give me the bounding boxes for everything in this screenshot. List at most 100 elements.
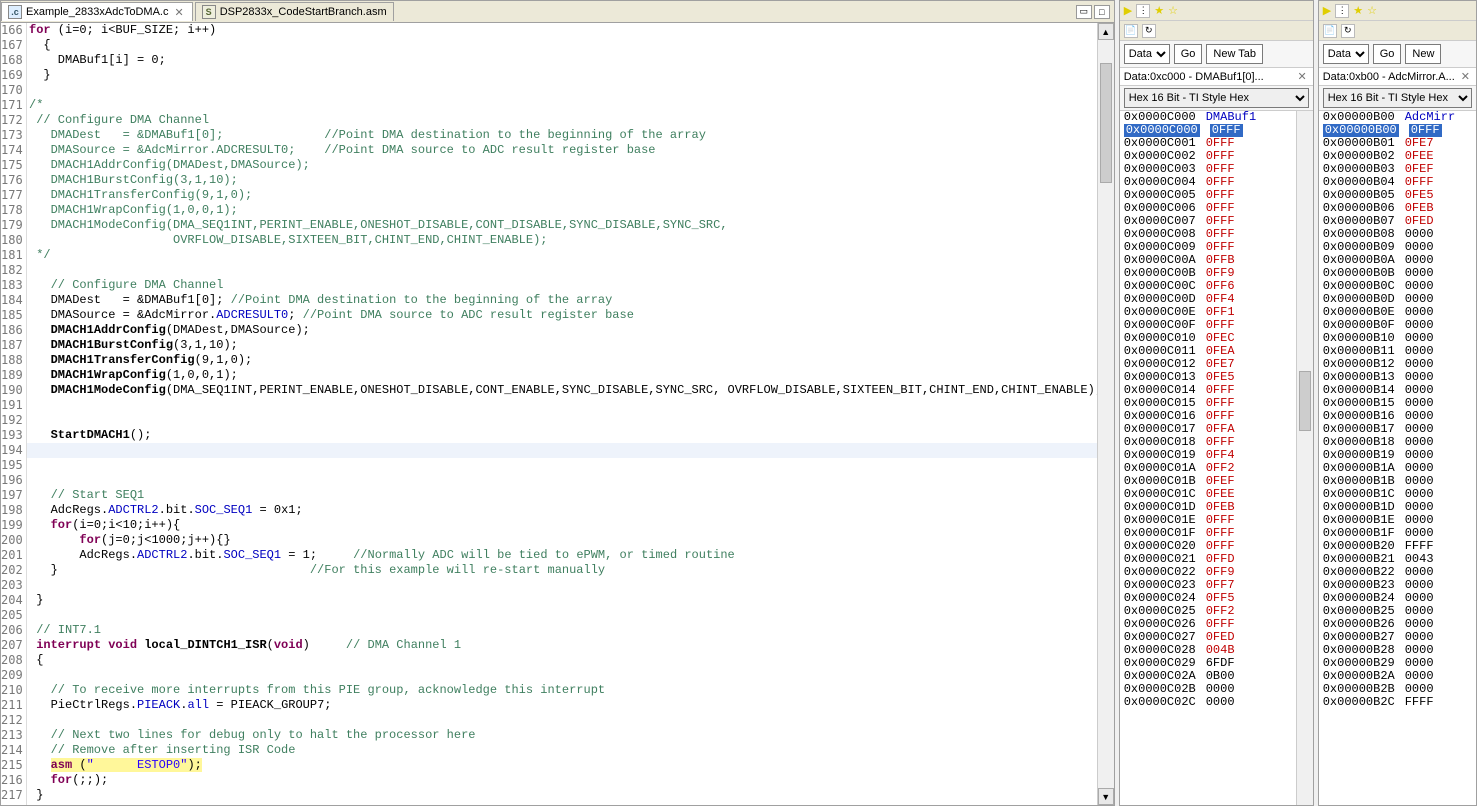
minimize-button[interactable]: ▭: [1076, 5, 1092, 19]
code-line[interactable]: [27, 83, 1114, 98]
go-button[interactable]: Go: [1373, 44, 1402, 64]
code-content[interactable]: for (i=0; i<BUF_SIZE; i++) { DMABuf1[i] …: [27, 23, 1114, 805]
star-icon[interactable]: ☆: [1367, 4, 1377, 17]
editor-tab[interactable]: SDSP2833x_CodeStartBranch.asm: [195, 2, 394, 21]
close-icon[interactable]: ✕: [172, 6, 185, 19]
code-line[interactable]: DMACH1TransferConfig(9,1,0);: [27, 188, 1114, 203]
code-line[interactable]: DMASource = &AdcMirror.ADCRESULT0; //Poi…: [27, 308, 1114, 323]
scroll-thumb[interactable]: [1299, 371, 1311, 431]
code-line[interactable]: DMACH1AddrConfig(DMADest,DMASource);: [27, 323, 1114, 338]
code-line[interactable]: DMABuf1[i] = 0;: [27, 53, 1114, 68]
code-line[interactable]: [27, 413, 1114, 428]
editor-vertical-scrollbar[interactable]: ▲ ▼: [1097, 23, 1114, 805]
memory-row[interactable]: 0x0000C02C0000: [1120, 696, 1313, 709]
code-line[interactable]: // Start SEQ1: [27, 488, 1114, 503]
code-line[interactable]: DMADest = &DMABuf1[0]; //Point DMA desti…: [27, 128, 1114, 143]
refresh-icon[interactable]: ↻: [1142, 24, 1156, 38]
new-tab-button[interactable]: New: [1405, 44, 1441, 64]
code-line[interactable]: DMACH1WrapConfig(1,0,0,1);: [27, 203, 1114, 218]
code-line[interactable]: [27, 668, 1114, 683]
code-line[interactable]: for(;;);: [27, 773, 1114, 788]
scroll-down-arrow[interactable]: ▼: [1098, 788, 1114, 805]
new-tab-button[interactable]: New Tab: [1206, 44, 1263, 64]
scroll-up-arrow[interactable]: ▲: [1098, 23, 1114, 40]
star-icon[interactable]: ★: [1154, 4, 1164, 17]
code-line[interactable]: } //For this example will re-start manua…: [27, 563, 1114, 578]
memory-address: 0x0000C02C: [1124, 696, 1196, 709]
code-line[interactable]: // Configure DMA Channel: [27, 278, 1114, 293]
code-line[interactable]: AdcRegs.ADCTRL2.bit.SOC_SEQ1 = 1; //Norm…: [27, 548, 1114, 563]
star-icon[interactable]: ★: [1353, 4, 1363, 17]
code-line[interactable]: [27, 458, 1114, 473]
line-number: 202: [1, 563, 22, 578]
new-icon[interactable]: 📄: [1124, 24, 1138, 38]
code-line[interactable]: [27, 608, 1114, 623]
code-line[interactable]: {: [27, 653, 1114, 668]
new-icon[interactable]: 📄: [1323, 24, 1337, 38]
refresh-icon[interactable]: ↻: [1341, 24, 1355, 38]
code-line[interactable]: [27, 473, 1114, 488]
code-line[interactable]: interrupt void local_DINTCH1_ISR(void) /…: [27, 638, 1114, 653]
code-line[interactable]: DMACH1WrapConfig(1,0,0,1);: [27, 368, 1114, 383]
code-line[interactable]: for(i=0;i<10;i++){: [27, 518, 1114, 533]
code-line[interactable]: DMACH1TransferConfig(9,1,0);: [27, 353, 1114, 368]
editor-tab[interactable]: .cExample_2833xAdcToDMA.c✕: [1, 2, 193, 21]
code-line[interactable]: OVRFLOW_DISABLE,SIXTEEN_BIT,CHINT_END,CH…: [27, 233, 1114, 248]
run-icon[interactable]: ▶: [1124, 4, 1132, 17]
code-line[interactable]: [27, 443, 1114, 458]
code-line[interactable]: // Configure DMA Channel: [27, 113, 1114, 128]
scroll-thumb[interactable]: [1100, 63, 1112, 183]
code-line[interactable]: {: [27, 38, 1114, 53]
code-line[interactable]: // To receive more interrupts from this …: [27, 683, 1114, 698]
code-line[interactable]: PieCtrlRegs.PIEACK.all = PIEACK_GROUP7;: [27, 698, 1114, 713]
memory-left-tab[interactable]: Data:0xc000 - DMABuf1[0]... ✕: [1120, 68, 1313, 86]
memory-right-tab[interactable]: Data:0xb00 - AdcMirror.A... ✕: [1319, 68, 1476, 86]
code-line[interactable]: }: [27, 68, 1114, 83]
memory-row[interactable]: 0x00000B2CFFFF: [1319, 696, 1476, 709]
code-line[interactable]: }: [27, 593, 1114, 608]
memory-space-select[interactable]: Data: [1124, 44, 1170, 64]
memory-panes-container: ▶ ⋮ ★ ☆ 📄 ↻ Data Go New Tab Data:0xc000 …: [1115, 0, 1477, 806]
close-icon[interactable]: ✕: [1296, 70, 1309, 83]
code-line[interactable]: asm (" ESTOP0");: [27, 758, 1114, 773]
code-line[interactable]: AdcRegs.ADCTRL2.bit.SOC_SEQ1 = 0x1;: [27, 503, 1114, 518]
tab-label: DSP2833x_CodeStartBranch.asm: [220, 6, 387, 18]
code-line[interactable]: DMASource = &AdcMirror.ADCRESULT0; //Poi…: [27, 143, 1114, 158]
code-line[interactable]: for (i=0; i<BUF_SIZE; i++): [27, 23, 1114, 38]
code-line[interactable]: DMACH1ModeConfig(DMA_SEQ1INT,PERINT_ENAB…: [27, 383, 1114, 398]
code-line[interactable]: */: [27, 248, 1114, 263]
code-line[interactable]: DMACH1BurstConfig(3,1,10);: [27, 338, 1114, 353]
code-line[interactable]: DMADest = &DMABuf1[0]; //Point DMA desti…: [27, 293, 1114, 308]
line-number: 216: [1, 773, 22, 788]
run-icon[interactable]: ▶: [1323, 4, 1331, 17]
line-number: 193: [1, 428, 22, 443]
memory-format-select[interactable]: Hex 16 Bit - TI Style Hex: [1124, 88, 1309, 108]
code-line[interactable]: DMACH1AddrConfig(DMADest,DMASource);: [27, 158, 1114, 173]
line-number: 167: [1, 38, 22, 53]
code-line[interactable]: [27, 263, 1114, 278]
code-line[interactable]: [27, 713, 1114, 728]
toolbar-icon[interactable]: ⋮: [1136, 4, 1150, 18]
code-area[interactable]: 1661671681691701711721731741751761771781…: [1, 23, 1114, 805]
memory-space-select[interactable]: Data: [1323, 44, 1369, 64]
memory-left-body[interactable]: 0x0000C000DMABuf1 0x0000C0000FFF0x0000C0…: [1120, 111, 1313, 805]
toolbar-icon[interactable]: ⋮: [1335, 4, 1349, 18]
code-line[interactable]: }: [27, 788, 1114, 803]
code-line[interactable]: DMACH1ModeConfig(DMA_SEQ1INT,PERINT_ENAB…: [27, 218, 1114, 233]
code-line[interactable]: for(j=0;j<1000;j++){}: [27, 533, 1114, 548]
code-line[interactable]: /*: [27, 98, 1114, 113]
memory-right-body[interactable]: 0x00000B00AdcMirr0x00000B000FFF0x00000B0…: [1319, 111, 1476, 805]
code-line[interactable]: DMACH1BurstConfig(3,1,10);: [27, 173, 1114, 188]
code-line[interactable]: StartDMACH1();: [27, 428, 1114, 443]
go-button[interactable]: Go: [1174, 44, 1203, 64]
close-icon[interactable]: ✕: [1459, 70, 1472, 83]
memory-format-select[interactable]: Hex 16 Bit - TI Style Hex: [1323, 88, 1472, 108]
maximize-button[interactable]: □: [1094, 5, 1110, 19]
code-line[interactable]: [27, 398, 1114, 413]
code-line[interactable]: // INT7.1: [27, 623, 1114, 638]
code-line[interactable]: // Next two lines for debug only to halt…: [27, 728, 1114, 743]
code-line[interactable]: // Remove after inserting ISR Code: [27, 743, 1114, 758]
memory-left-scrollbar[interactable]: [1296, 111, 1313, 805]
star-icon[interactable]: ☆: [1168, 4, 1178, 17]
code-line[interactable]: [27, 578, 1114, 593]
